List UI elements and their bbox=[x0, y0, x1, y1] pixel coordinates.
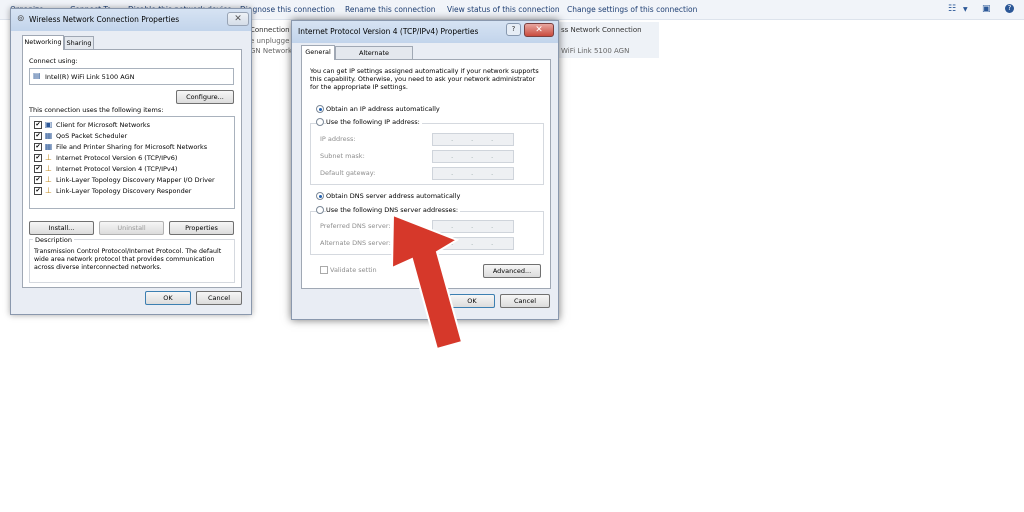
annotation-arrow bbox=[390, 213, 464, 351]
tab-general[interactable]: General bbox=[301, 45, 335, 60]
tab-networking[interactable]: Networking bbox=[22, 35, 64, 50]
red-arrow-icon bbox=[390, 213, 464, 351]
